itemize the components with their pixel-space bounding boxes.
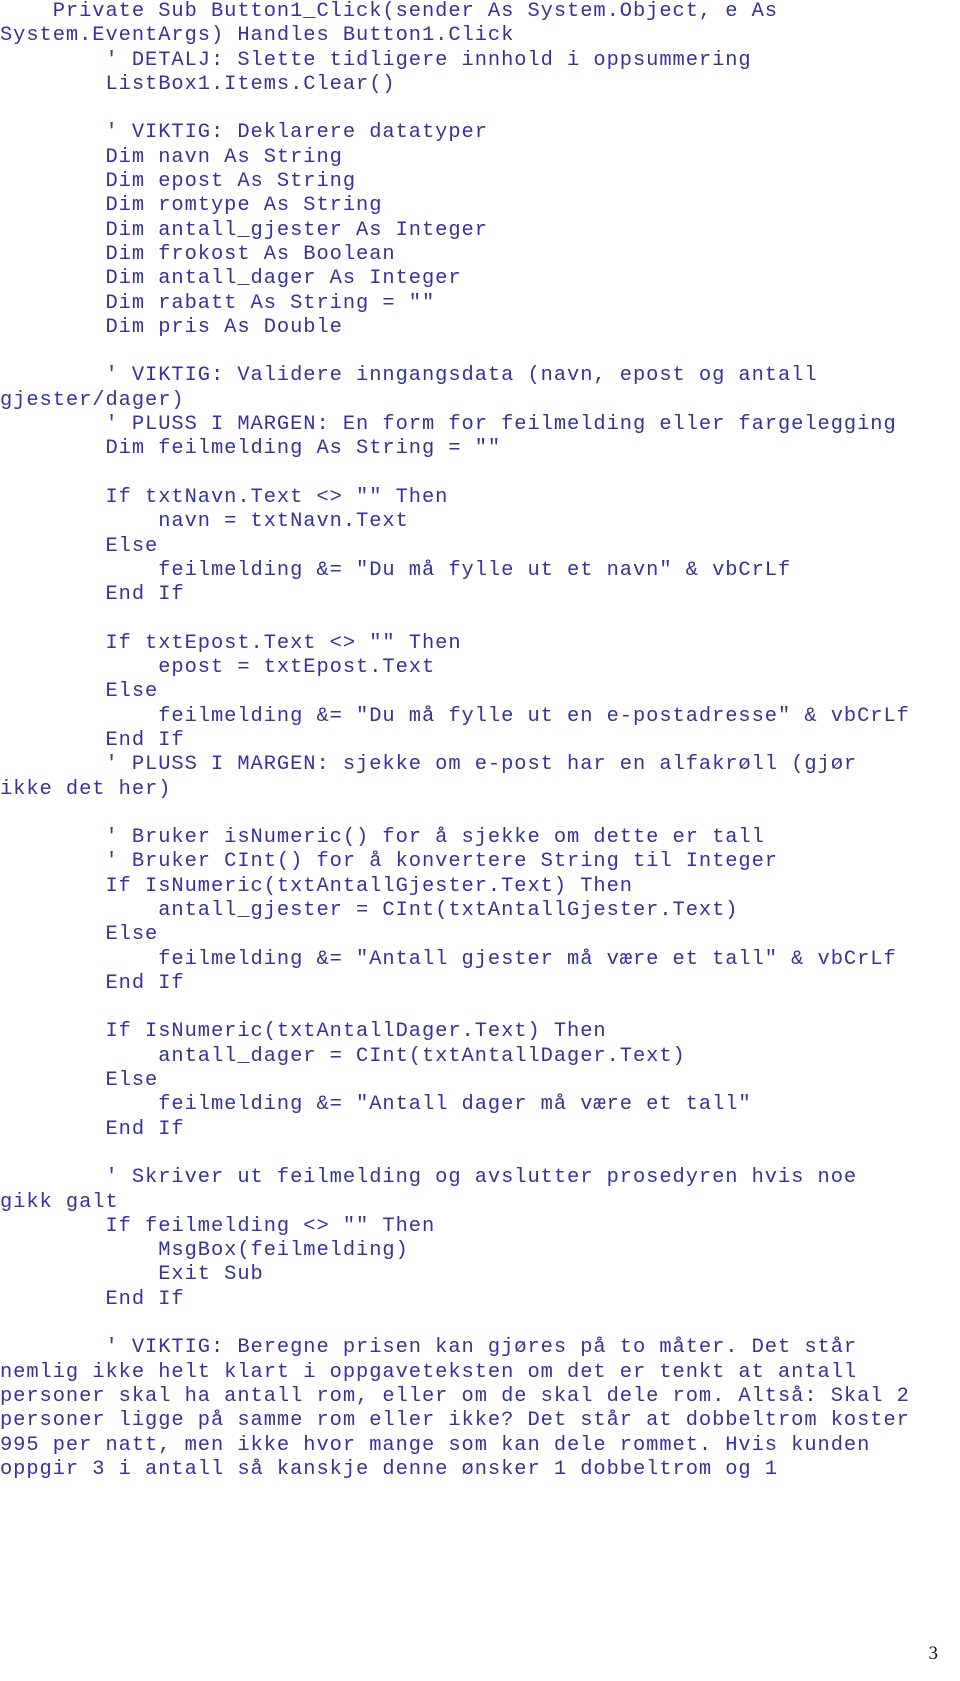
code-line: personer ligge på samme rom eller ikke? … — [0, 1409, 910, 1433]
code-line: Dim epost As String — [0, 170, 357, 194]
code-line: Private Sub Button1_Click(sender As Syst… — [0, 0, 778, 23]
code-line: oppgir 3 i antall så kanskje denne ønske… — [0, 1457, 778, 1481]
code-line: ' VIKTIG: Deklarere datatyper — [0, 121, 488, 145]
code-line: If txtNavn.Text <> "" Then — [0, 485, 449, 509]
code-line: MsgBox(feilmelding) — [0, 1239, 409, 1263]
page-number: 3 — [928, 1643, 939, 1664]
code-line: antall_gjester = CInt(txtAntallGjester.T… — [0, 898, 739, 922]
code-line: gjester/dager) — [0, 388, 185, 412]
code-line: ' VIKTIG: Validere inngangsdata (navn, e… — [0, 364, 818, 388]
code-line: If IsNumeric(txtAntallGjester.Text) Then — [0, 874, 633, 898]
code-line: Dim navn As String — [0, 145, 343, 169]
code-line: If feilmelding <> "" Then — [0, 1214, 436, 1238]
code-line: Dim feilmelding As String = "" — [0, 437, 502, 461]
code-line: gikk galt — [0, 1190, 119, 1214]
code-line: ' DETALJ: Slette tidligere innhold i opp… — [0, 48, 752, 72]
code-line: End If — [0, 971, 185, 995]
code-line: System.EventArgs) Handles Button1.Click — [0, 24, 515, 48]
code-line: Dim antall_dager As Integer — [0, 267, 462, 291]
code-line: Else — [0, 534, 159, 558]
code-line: If txtEpost.Text <> "" Then — [0, 631, 462, 655]
code-listing: Private Sub Button1_Click(sender As Syst… — [0, 0, 960, 1482]
code-line: ' Bruker isNumeric() for å sjekke om det… — [0, 826, 765, 850]
code-line: personer skal ha antall rom, eller om de… — [0, 1384, 910, 1408]
code-line: Else — [0, 1069, 159, 1093]
code-line: feilmelding &= "Antall dager må være et … — [0, 1093, 752, 1117]
code-line: ' PLUSS I MARGEN: sjekke om e-post har e… — [0, 753, 858, 777]
code-line: 995 per natt, men ikke hvor mange som ka… — [0, 1433, 871, 1457]
code-line: End If — [0, 1117, 185, 1141]
code-line: feilmelding &= "Antall gjester må være e… — [0, 947, 897, 971]
code-line: ListBox1.Items.Clear() — [0, 72, 396, 96]
code-line: Dim antall_gjester As Integer — [0, 218, 488, 242]
code-line: ikke det her) — [0, 777, 172, 801]
code-line: Exit Sub — [0, 1263, 264, 1287]
code-line: Dim romtype As String — [0, 194, 383, 218]
code-line: nemlig ikke helt klart i oppgaveteksten … — [0, 1360, 858, 1384]
code-line: ' VIKTIG: Beregne prisen kan gjøres på t… — [0, 1336, 858, 1360]
code-line: End If — [0, 1287, 185, 1311]
code-line: If IsNumeric(txtAntallDager.Text) Then — [0, 1020, 607, 1044]
code-line: Else — [0, 923, 159, 947]
code-line: Dim rabatt As String = "" — [0, 291, 436, 315]
code-line: ' Bruker CInt() for å konvertere String … — [0, 850, 778, 874]
code-line: feilmelding &= "Du må fylle ut et navn" … — [0, 558, 792, 582]
code-line: Else — [0, 680, 159, 704]
code-line: End If — [0, 583, 185, 607]
code-line: End If — [0, 728, 185, 752]
document-page: Private Sub Button1_Click(sender As Syst… — [0, 0, 960, 1681]
code-line: ' Skriver ut feilmelding og avslutter pr… — [0, 1166, 858, 1190]
code-line: feilmelding &= "Du må fylle ut en e-post… — [0, 704, 910, 728]
code-line: navn = txtNavn.Text — [0, 510, 409, 534]
code-line: epost = txtEpost.Text — [0, 656, 436, 680]
code-line: Dim frokost As Boolean — [0, 242, 396, 266]
code-line: antall_dager = CInt(txtAntallDager.Text) — [0, 1044, 686, 1068]
code-line: Dim pris As Double — [0, 315, 343, 339]
code-line: ' PLUSS I MARGEN: En form for feilmeldin… — [0, 413, 897, 437]
